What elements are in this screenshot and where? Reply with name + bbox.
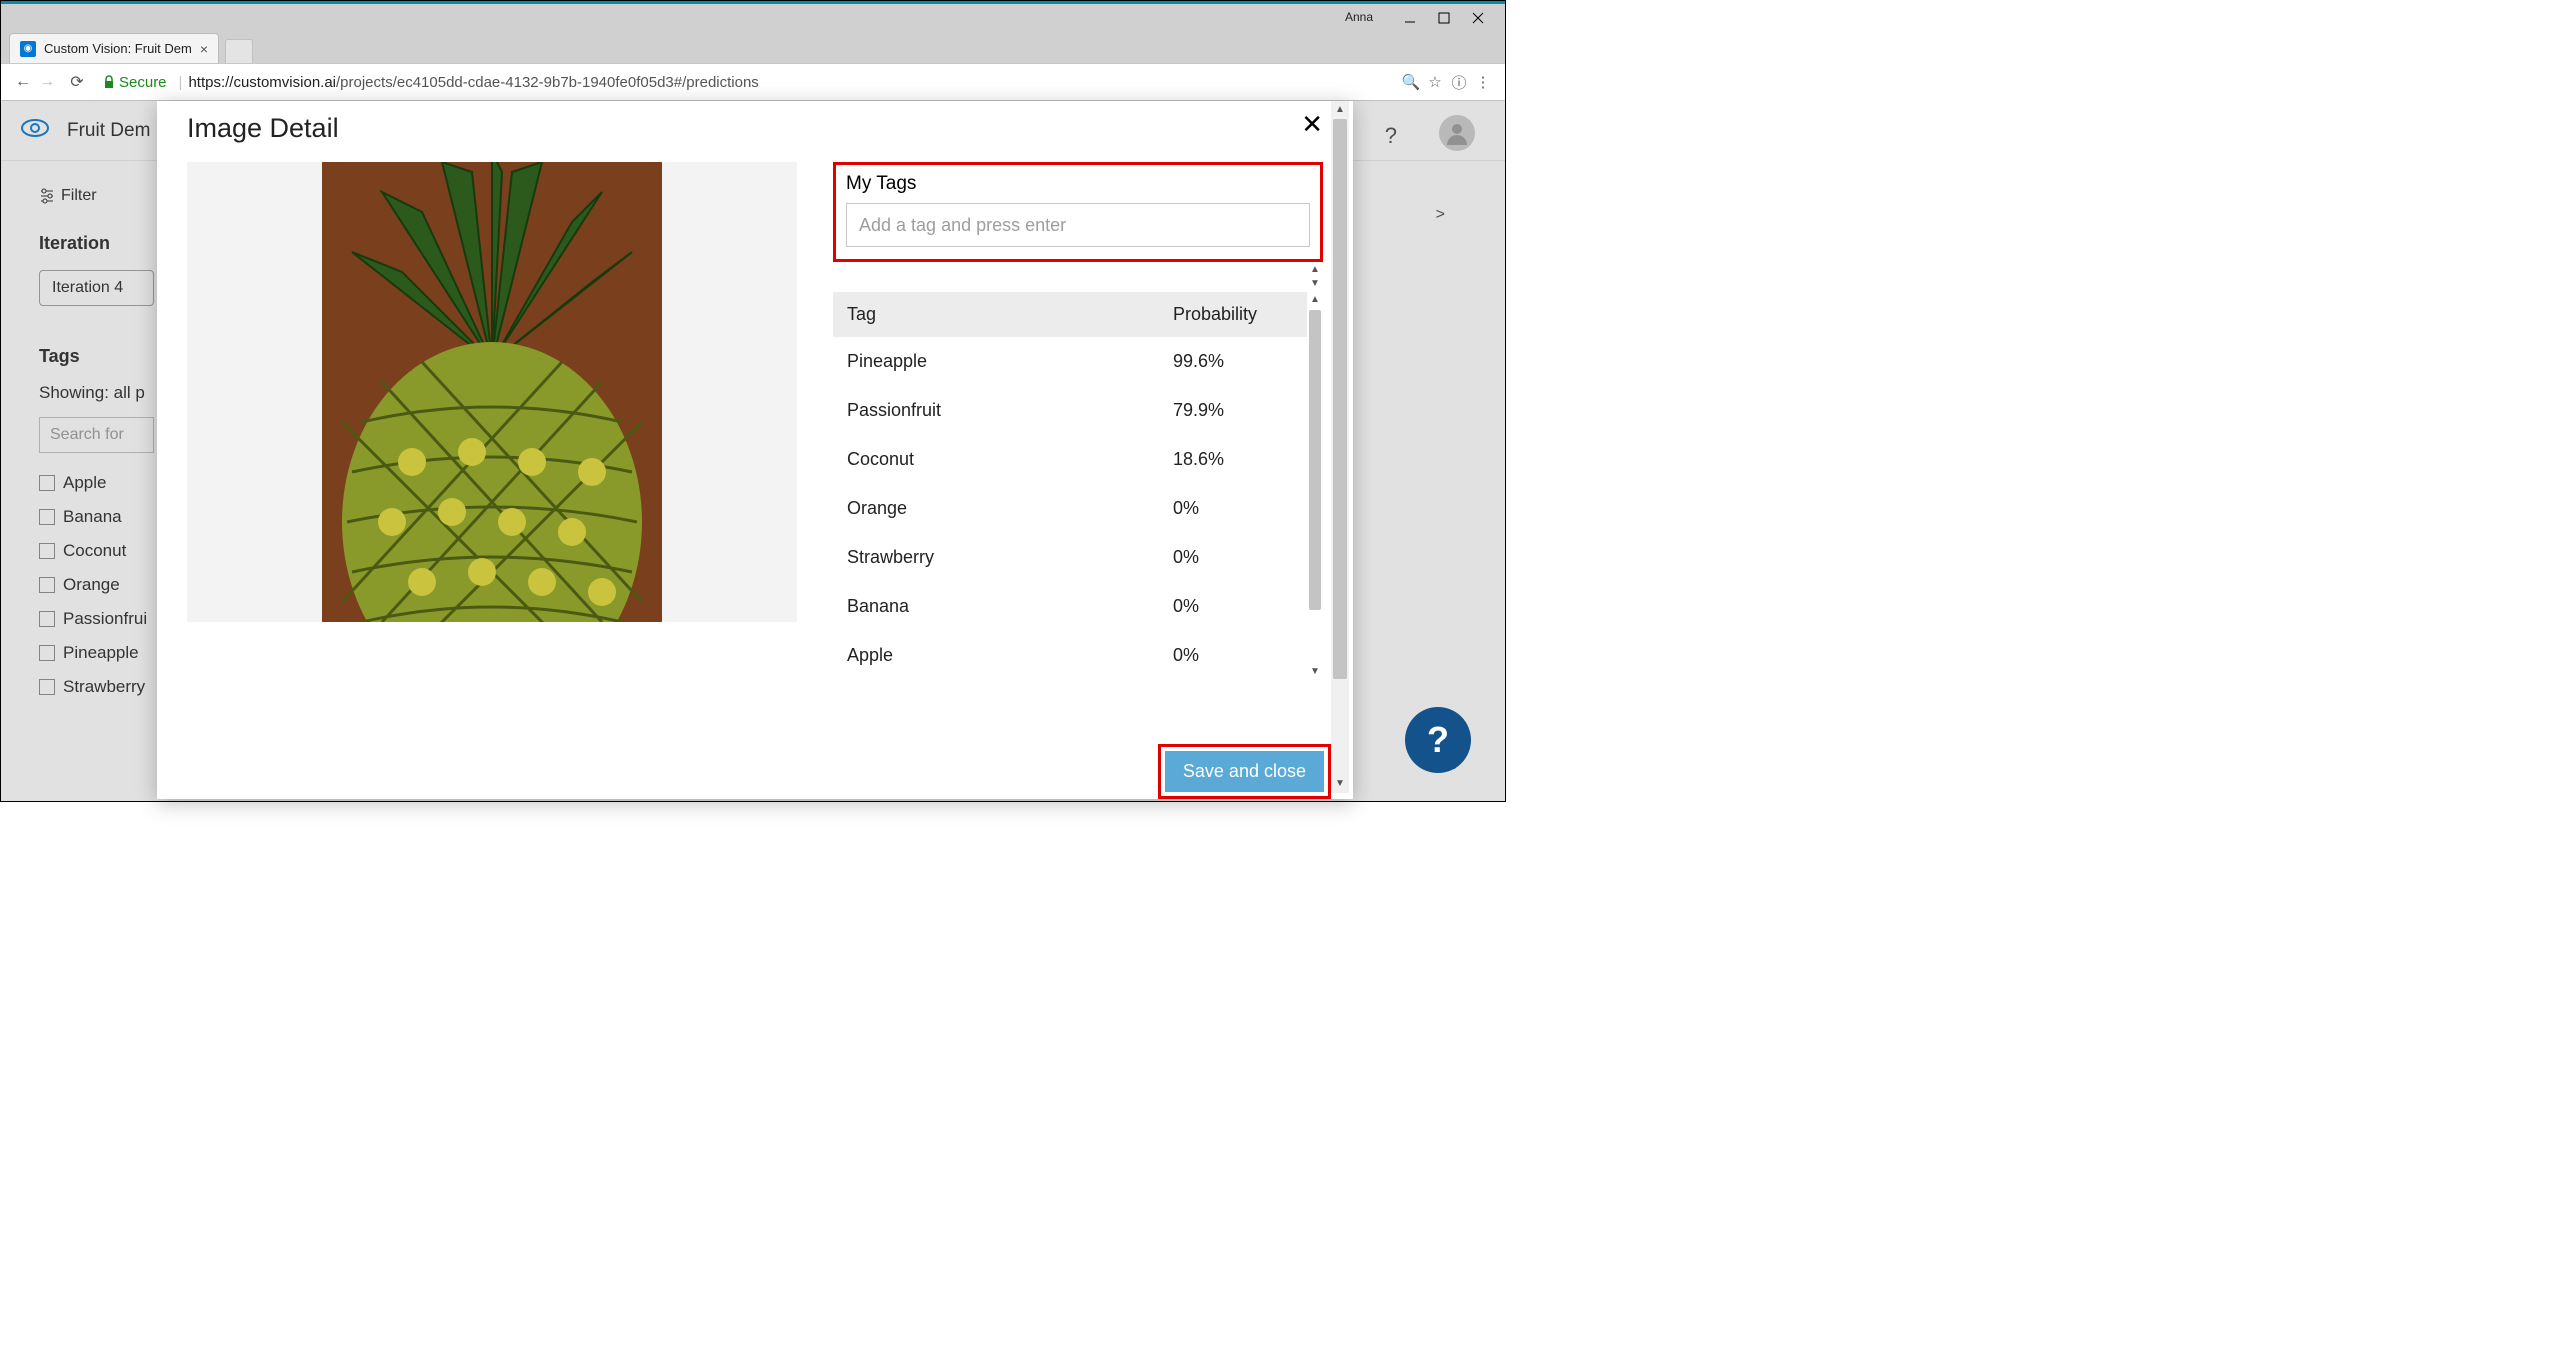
browser-tab[interactable]: ◉ Custom Vision: Fruit Dem × (9, 33, 219, 63)
bookmark-icon[interactable]: ☆ (1423, 73, 1447, 91)
table-row: Orange0% (833, 484, 1307, 533)
tab-title: Custom Vision: Fruit Dem (44, 41, 194, 56)
window-minimize-button[interactable] (1393, 8, 1427, 26)
os-username: Anna (1345, 10, 1373, 24)
image-preview (322, 162, 662, 622)
cell-tag: Strawberry (847, 547, 1173, 568)
predictions-table: ▲ ▼ Tag Probability Pineapple99.6%Passio… (833, 292, 1323, 680)
lock-icon (103, 75, 115, 89)
cell-probability: 18.6% (1173, 449, 1293, 470)
table-row: Pineapple99.6% (833, 337, 1307, 386)
cell-probability: 79.9% (1173, 400, 1293, 421)
scroll-down-icon[interactable]: ▼ (1331, 775, 1349, 793)
cell-probability: 0% (1173, 645, 1293, 666)
help-glyph: ? (1427, 719, 1449, 761)
secure-indicator[interactable]: Secure (103, 74, 167, 91)
scroll-up-icon[interactable]: ▲ (1331, 101, 1349, 119)
window-maximize-button[interactable] (1427, 8, 1461, 26)
mytags-heading: My Tags (846, 173, 1310, 195)
cell-tag: Apple (847, 645, 1173, 666)
back-button[interactable]: ← (11, 73, 35, 91)
window-close-button[interactable] (1461, 8, 1495, 26)
table-row: Strawberry0% (833, 533, 1307, 582)
more-icon[interactable]: ⋮ (1471, 73, 1495, 91)
cell-probability: 0% (1173, 596, 1293, 617)
predictions-pane: My Tags ▲ ▼ Tag Probability Pineapple99.… (833, 162, 1323, 732)
close-icon[interactable]: ✕ (1301, 109, 1323, 140)
table-row: Coconut18.6% (833, 435, 1307, 484)
new-tab-button[interactable] (225, 39, 253, 63)
reload-button[interactable]: ⟳ (65, 72, 89, 92)
address-bar: ← → ⟳ Secure | https://customvision.ai/p… (1, 63, 1505, 101)
mytags-highlight-box: My Tags (833, 162, 1323, 262)
info-icon[interactable]: ⓘ (1447, 72, 1471, 93)
forward-button[interactable]: → (35, 73, 59, 91)
os-titlebar: Anna (1, 1, 1505, 29)
cell-tag: Passionfruit (847, 400, 1173, 421)
cell-probability: 99.6% (1173, 351, 1293, 372)
add-tag-input[interactable] (846, 203, 1310, 247)
cell-tag: Coconut (847, 449, 1173, 470)
col-tag: Tag (847, 304, 1173, 325)
save-and-close-button[interactable]: Save and close (1165, 751, 1324, 792)
scroll-up-icon[interactable]: ▲ (1307, 292, 1323, 308)
save-highlight-box: Save and close (1158, 744, 1331, 799)
modal-scrollbar[interactable]: ▲ ▼ (1331, 101, 1349, 793)
table-row: Apple0% (833, 631, 1307, 680)
modal-footer: Save and close (157, 743, 1353, 799)
table-row: Banana0% (833, 582, 1307, 631)
cell-probability: 0% (1173, 498, 1293, 519)
modal-title: Image Detail (187, 113, 1323, 144)
cell-tag: Banana (847, 596, 1173, 617)
image-preview-zone (187, 162, 797, 622)
help-bubble-button[interactable]: ? (1405, 707, 1471, 773)
secure-label: Secure (119, 74, 167, 91)
tab-close-icon[interactable]: × (200, 41, 208, 57)
col-probability: Probability (1173, 304, 1293, 325)
browser-tabstrip: ◉ Custom Vision: Fruit Dem × (1, 29, 1505, 63)
zoom-icon[interactable]: 🔍 (1399, 73, 1423, 91)
cell-tag: Pineapple (847, 351, 1173, 372)
image-detail-modal: Image Detail ✕ (157, 101, 1353, 799)
table-header: Tag Probability (833, 292, 1307, 337)
favicon-icon: ◉ (20, 41, 36, 57)
scroll-down-icon[interactable]: ▼ (1307, 664, 1323, 680)
cell-tag: Orange (847, 498, 1173, 519)
scrollbar-thumb[interactable] (1333, 119, 1347, 679)
cell-probability: 0% (1173, 547, 1293, 568)
url-text[interactable]: https://customvision.ai/projects/ec4105d… (188, 74, 1399, 91)
table-row: Passionfruit79.9% (833, 386, 1307, 435)
scroll-down-icon[interactable]: ▼ (1307, 276, 1323, 292)
scrollbar-thumb[interactable] (1309, 310, 1321, 610)
address-divider: | (179, 74, 183, 91)
